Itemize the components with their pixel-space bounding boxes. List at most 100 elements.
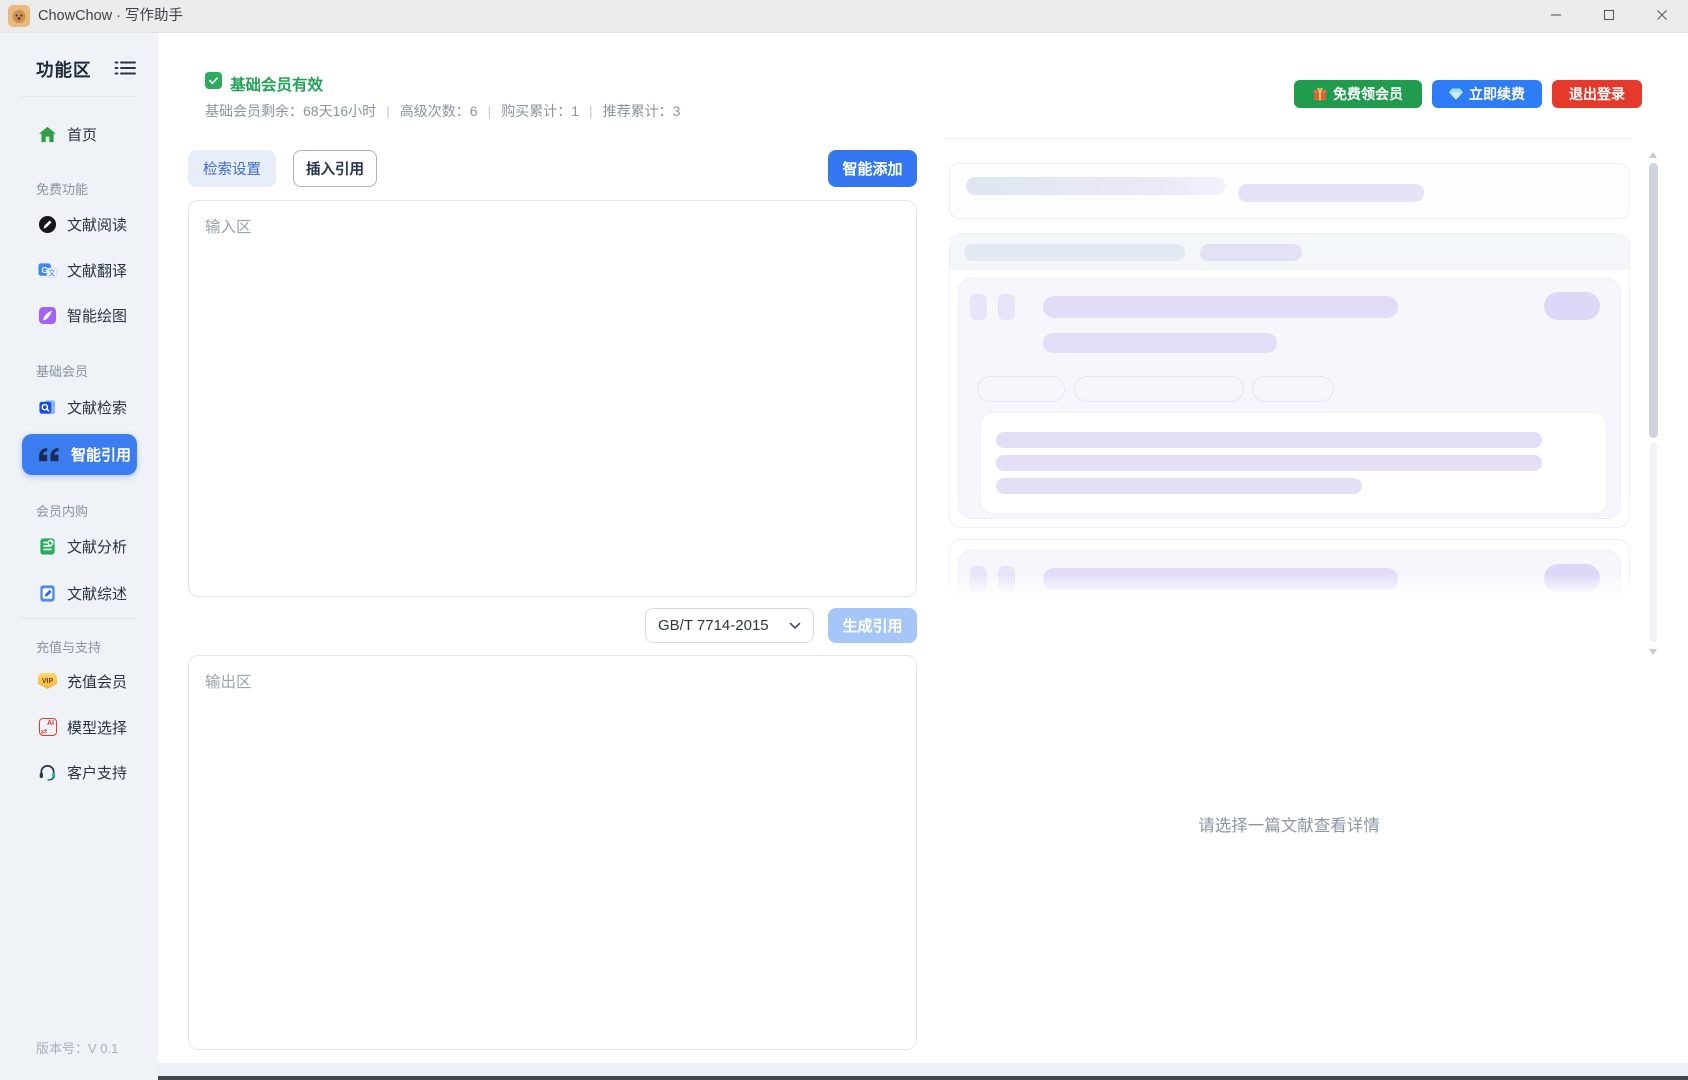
- bottom-strip: [158, 1063, 1688, 1076]
- minimize-icon: [1550, 8, 1562, 26]
- scrollbar-thumb[interactable]: [1649, 163, 1658, 438]
- renew-button[interactable]: 立即续费: [1432, 80, 1542, 108]
- sidebar-item-label: 文献检索: [67, 397, 127, 418]
- claim-member-label: 免费领会员: [1333, 84, 1403, 104]
- close-button[interactable]: [1635, 0, 1688, 33]
- sidebar-item-recharge[interactable]: VIP 充值会员: [22, 662, 137, 700]
- sidebar-item-home[interactable]: 首页: [22, 115, 137, 153]
- titlebar: ChowChow · 写作助手: [0, 0, 1688, 33]
- version-label: 版本号：V 0.1: [36, 1038, 118, 1057]
- translate-icon: G文: [38, 261, 57, 280]
- sidebar-item-search[interactable]: 文献检索: [22, 388, 137, 426]
- input-textarea[interactable]: [189, 201, 916, 596]
- sidebar-header-title: 功能区: [36, 57, 92, 82]
- membership-status: 基础会员有效: [230, 73, 323, 95]
- vip-text: VIP: [38, 673, 57, 689]
- skeleton-pill: [1544, 292, 1600, 320]
- sidebar-item-label: 文献分析: [67, 536, 127, 557]
- stat-separator: |: [488, 103, 492, 119]
- section-label-recharge-support: 充值与支持: [36, 637, 101, 656]
- member-check-icon: [205, 72, 222, 89]
- citation-format-select[interactable]: GB/T 7714-2015: [645, 608, 814, 643]
- section-label-member-purchase: 会员内购: [36, 501, 88, 520]
- output-textarea[interactable]: [189, 656, 916, 1049]
- maximize-button[interactable]: [1582, 0, 1635, 33]
- logout-label: 退出登录: [1569, 84, 1625, 104]
- sidebar-item-model[interactable]: AI ⇄ 模型选择: [22, 708, 137, 746]
- skeleton-bar: [996, 432, 1542, 448]
- chart-doc-icon: [38, 537, 57, 556]
- sidebar-item-label: 文献阅读: [67, 214, 127, 235]
- window-controls: [1529, 0, 1688, 33]
- search-doc-icon: [38, 398, 57, 417]
- app-logo-icon: [8, 5, 30, 27]
- insert-citation-button[interactable]: 插入引用: [293, 150, 377, 187]
- sidebar-item-label: 智能引用: [71, 444, 131, 465]
- output-area-card: [188, 655, 917, 1050]
- home-icon: [38, 125, 57, 144]
- skeleton-abstract-card: [980, 412, 1607, 514]
- input-area-card: [188, 200, 917, 597]
- ai-model-icon: AI ⇄: [38, 718, 57, 737]
- skeleton-bar: [964, 244, 1185, 261]
- sidebar-item-customer-support[interactable]: 客户支持: [22, 753, 137, 791]
- skeleton-bar: [966, 177, 1225, 195]
- swap-arrows: ⇄: [41, 728, 48, 736]
- headset-icon: [38, 763, 57, 782]
- sidebar-item-label: 充值会员: [67, 671, 127, 692]
- sidebar-item-analysis[interactable]: 文献分析: [22, 527, 137, 565]
- panel-fade: [947, 574, 1631, 600]
- sidebar-item-reading[interactable]: 文献阅读: [22, 205, 137, 243]
- logout-button[interactable]: 退出登录: [1552, 80, 1642, 108]
- stat-advanced-count: 高级次数：6: [400, 101, 478, 121]
- minimize-button[interactable]: [1529, 0, 1582, 33]
- brush-icon: [38, 306, 57, 325]
- sidebar-item-label: 模型选择: [67, 717, 127, 738]
- scroll-up-icon[interactable]: [1649, 152, 1657, 158]
- sidebar-item-label: 首页: [67, 124, 97, 145]
- sidebar: 功能区 首页 免费功能 文献阅读 G文 文献翻译: [0, 33, 158, 1080]
- search-settings-button[interactable]: 检索设置: [188, 150, 276, 187]
- detail-scrollbar[interactable]: [1648, 152, 1659, 655]
- sidebar-item-drawing[interactable]: 智能绘图: [22, 296, 137, 334]
- skeleton-tag-outline: [1252, 376, 1334, 402]
- sidebar-item-label: 智能绘图: [67, 305, 127, 326]
- sidebar-item-label: 客户支持: [67, 762, 127, 783]
- sidebar-item-label: 文献综述: [67, 583, 127, 604]
- skeleton-card: [949, 233, 1630, 528]
- section-label-free-features: 免费功能: [36, 179, 88, 198]
- membership-stats: 基础会员剩余：68天16小时 | 高级次数：6 | 购买累计：1 | 推荐累计：…: [205, 101, 680, 121]
- skeleton-bar: [996, 455, 1542, 471]
- scrollbar-track[interactable]: [1650, 442, 1657, 642]
- stat-purchase-total: 购买累计：1: [501, 101, 579, 121]
- sidebar-item-citation[interactable]: 智能引用: [22, 434, 137, 475]
- skeleton-bar: [1200, 244, 1302, 261]
- sidebar-divider: [22, 618, 136, 619]
- sidebar-divider: [22, 96, 136, 97]
- claim-member-button[interactable]: 免费领会员: [1294, 80, 1422, 108]
- menu-toc-icon[interactable]: [112, 60, 138, 76]
- edit-doc-icon: [38, 584, 57, 603]
- maximize-icon: [1603, 8, 1615, 26]
- stat-separator: |: [589, 103, 593, 119]
- sidebar-item-review[interactable]: 文献综述: [22, 574, 137, 612]
- skeleton-literature-item: [958, 278, 1621, 519]
- citation-format-value: GB/T 7714-2015: [658, 617, 769, 634]
- pen-circle-icon: [38, 215, 57, 234]
- section-label-basic-member: 基础会员: [36, 361, 88, 380]
- stat-referral-total: 推荐累计：3: [603, 101, 681, 121]
- skeleton-bar: [996, 478, 1362, 494]
- svg-text:文: 文: [48, 268, 55, 277]
- generate-citation-button[interactable]: 生成引用: [828, 608, 917, 643]
- skeleton-bar: [1043, 333, 1277, 353]
- smart-add-button[interactable]: 智能添加: [828, 150, 917, 187]
- stat-remaining: 基础会员剩余：68天16小时: [205, 101, 376, 121]
- skeleton-chip: [970, 294, 987, 320]
- scroll-down-icon[interactable]: [1649, 649, 1657, 655]
- detail-panel: [947, 138, 1631, 600]
- skeleton-bar: [1238, 184, 1424, 202]
- sidebar-item-translate[interactable]: G文 文献翻译: [22, 251, 137, 289]
- empty-detail-hint: 请选择一篇文献查看详情: [947, 812, 1631, 836]
- skeleton-tag-outline: [1074, 376, 1244, 402]
- skeleton-card: [949, 163, 1630, 219]
